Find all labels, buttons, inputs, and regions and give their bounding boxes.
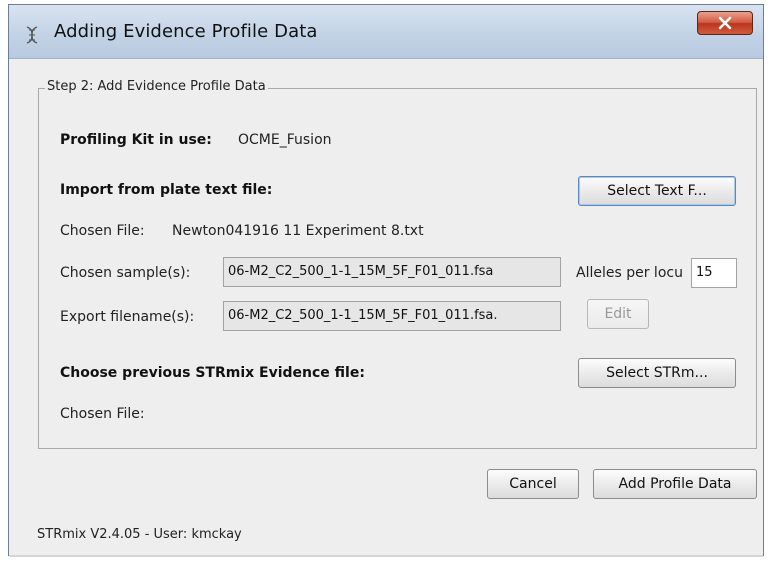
dna-helix-icon <box>26 26 38 44</box>
chosen-file-value: Newton041916 11 Experiment 8.txt <box>172 223 424 239</box>
footer-divider <box>9 555 763 557</box>
import-plate-label: Import from plate text file: <box>60 182 273 198</box>
close-x-icon <box>718 16 732 30</box>
profiling-kit-value: OCME_Fusion <box>238 132 332 148</box>
edit-button[interactable]: Edit <box>587 299 649 329</box>
status-text: STRmix V2.4.05 - User: kmckay <box>37 527 242 542</box>
select-strmix-button[interactable]: Select STRm... <box>578 358 736 388</box>
chosen-file-label: Chosen File: <box>60 223 145 239</box>
export-filenames-field[interactable]: 06-M2_C2_500_1-1_15M_5F_F01_011.fsa. <box>223 301 561 331</box>
profiling-kit-label: Profiling Kit in use: <box>60 132 212 148</box>
step-group-title: Step 2: Add Evidence Profile Data <box>45 79 268 94</box>
dialog-window: Adding Evidence Profile Data Step 2: Add… <box>8 4 764 557</box>
chosen-samples-field[interactable]: 06-M2_C2_500_1-1_15M_5F_F01_011.fsa <box>223 257 561 287</box>
window-title: Adding Evidence Profile Data <box>54 21 318 42</box>
chosen-samples-label: Chosen sample(s): <box>60 265 191 281</box>
alleles-per-locus-label: Alleles per locu <box>576 265 683 281</box>
export-filenames-label: Export filename(s): <box>60 309 195 325</box>
dialog-content: Step 2: Add Evidence Profile Data Profil… <box>9 59 763 557</box>
title-bar[interactable]: Adding Evidence Profile Data <box>9 5 763 59</box>
add-profile-data-button[interactable]: Add Profile Data <box>593 469 757 499</box>
previous-chosen-file-label: Chosen File: <box>60 406 145 422</box>
alleles-per-locus-input[interactable]: 15 <box>691 258 737 288</box>
select-text-file-button[interactable]: Select Text F... <box>578 176 736 206</box>
cancel-button[interactable]: Cancel <box>487 469 579 499</box>
close-button[interactable] <box>697 11 753 35</box>
previous-evidence-label: Choose previous STRmix Evidence file: <box>60 365 365 381</box>
